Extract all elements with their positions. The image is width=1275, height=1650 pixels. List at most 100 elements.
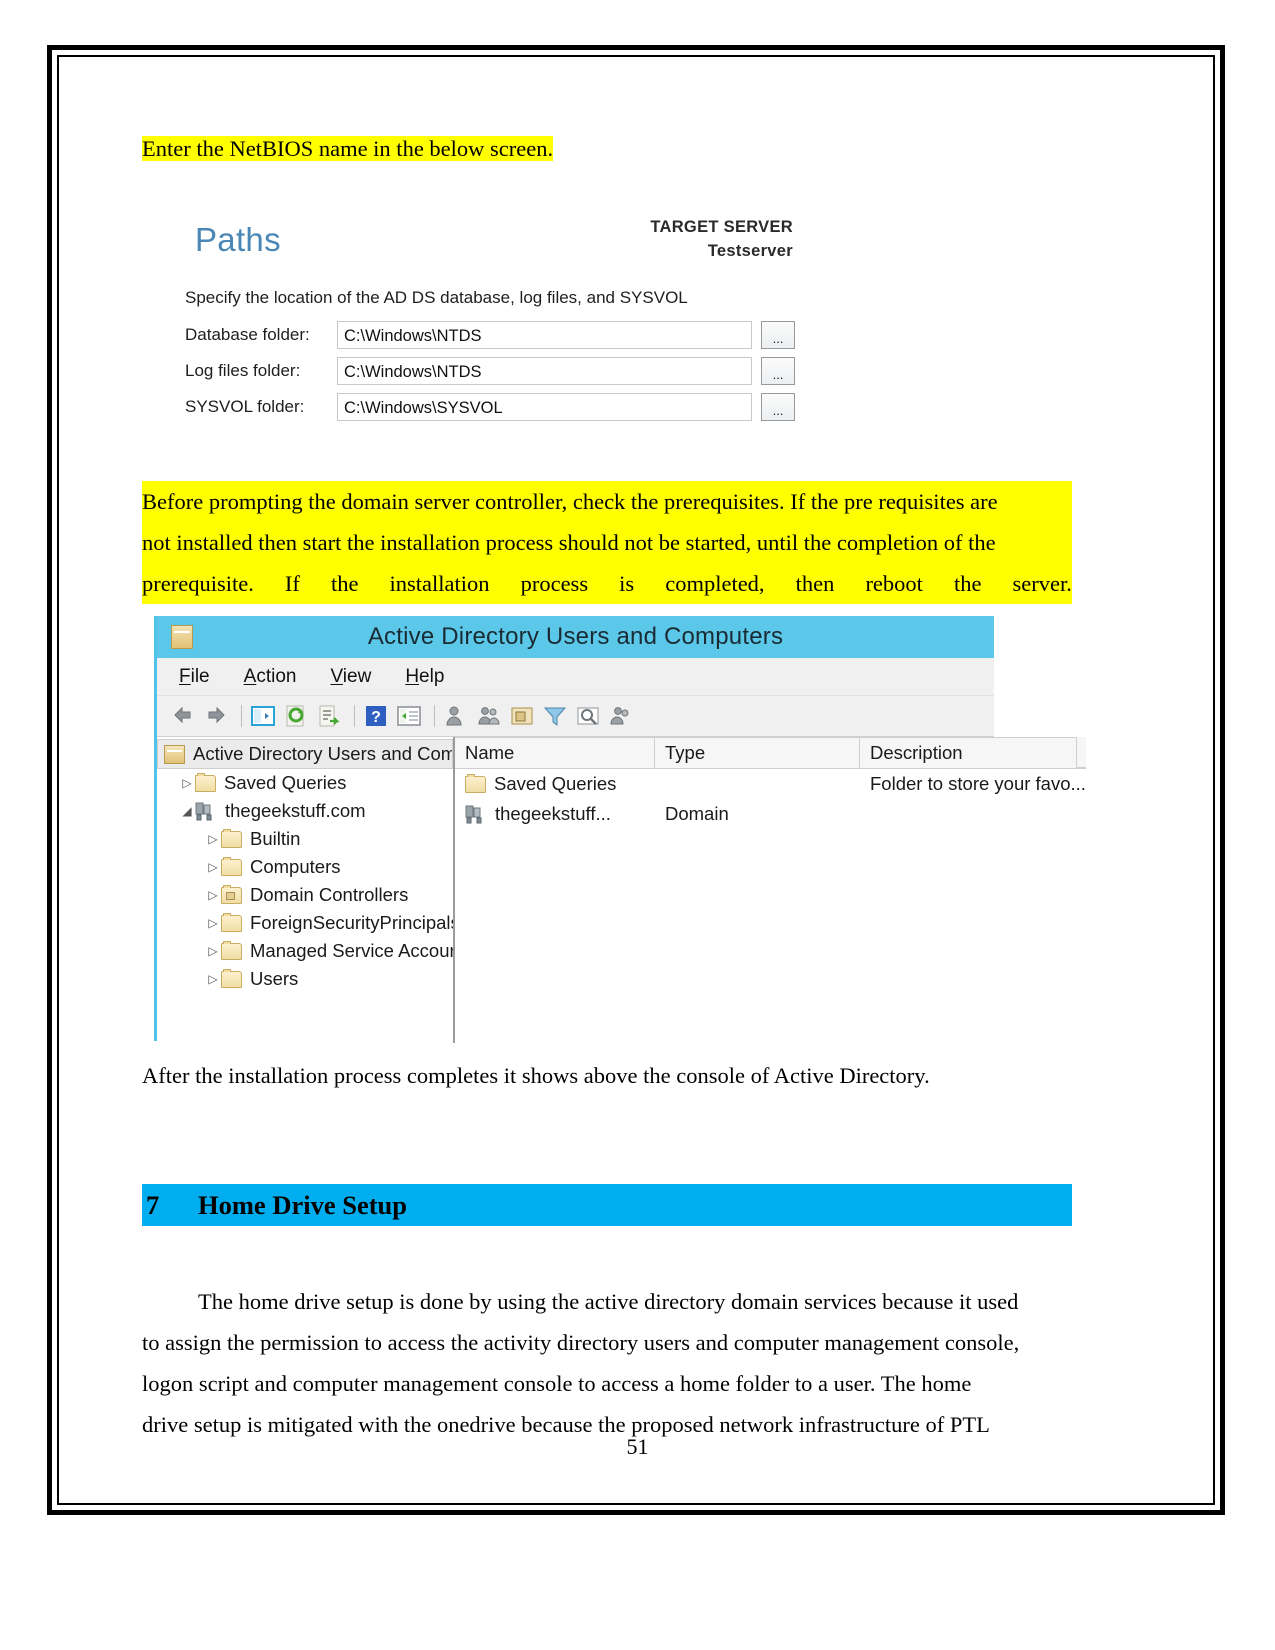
menu-help-accel: H xyxy=(405,665,420,687)
help-icon[interactable]: ? xyxy=(364,704,388,728)
after-install-caption: After the installation process completes… xyxy=(142,1055,1072,1096)
tree-item-users[interactable]: ▷ Users xyxy=(157,965,453,993)
target-server-name: Testserver xyxy=(707,242,793,260)
menu-view[interactable]: View xyxy=(330,666,371,688)
new-group-icon[interactable] xyxy=(477,704,501,728)
log-files-folder-input[interactable]: C:\Windows\NTDS xyxy=(337,357,752,385)
folder-icon xyxy=(221,912,242,932)
list-item[interactable]: thegeekstuff... Domain xyxy=(455,799,1086,829)
list-item-description: Folder to store your favo... xyxy=(870,773,1086,794)
database-folder-browse-button[interactable]: ... xyxy=(761,321,795,349)
menu-action[interactable]: Action xyxy=(244,666,297,688)
log-files-folder-row: Log files folder: C:\Windows\NTDS ... xyxy=(185,357,795,385)
body-line-1: The home drive setup is done by using th… xyxy=(142,1281,1072,1322)
sysvol-folder-input[interactable]: C:\Windows\SYSVOL xyxy=(337,393,752,421)
chevron-right-icon[interactable]: ▷ xyxy=(205,888,221,902)
intro-line-text: Enter the NetBIOS name in the below scre… xyxy=(142,136,554,161)
new-user-icon[interactable] xyxy=(444,704,468,728)
aduc-list-pane[interactable]: Name Type Description Saved Queries Fold… xyxy=(455,737,1086,1043)
menu-file[interactable]: File xyxy=(179,666,210,688)
prereq-w2: the xyxy=(330,571,359,596)
new-ou-icon[interactable] xyxy=(510,704,534,728)
list-item[interactable]: Saved Queries Folder to store your favo.… xyxy=(455,769,1086,799)
database-folder-input[interactable]: C:\Windows\NTDS xyxy=(337,321,752,349)
back-arrow-icon[interactable] xyxy=(171,704,195,728)
menu-action-accel: A xyxy=(243,665,257,687)
tree-root-label: Active Directory Users and Com xyxy=(193,743,452,764)
paths-instruction: Specify the location of the AD DS databa… xyxy=(185,288,688,307)
body-line-3-text: logon script and computer management con… xyxy=(142,1371,972,1396)
forward-arrow-icon[interactable] xyxy=(204,704,228,728)
sysvol-folder-browse-button[interactable]: ... xyxy=(761,393,795,421)
prereq-w3: installation xyxy=(389,571,490,596)
menu-help-rest: elp xyxy=(419,665,445,687)
prereq-line-1: Before prompting the domain server contr… xyxy=(142,481,1072,522)
column-header-name[interactable]: Name xyxy=(455,738,655,768)
tree-item-label: Builtin xyxy=(250,828,301,849)
log-files-folder-browse-button[interactable]: ... xyxy=(761,357,795,385)
body-line-1-text: The home drive setup is done by using th… xyxy=(198,1289,1019,1314)
target-server-label: TARGET SERVER xyxy=(650,218,793,236)
menu-view-rest: iew xyxy=(342,665,372,687)
prereq-w6: completed, xyxy=(665,571,765,596)
tree-item-computers[interactable]: ▷ Computers xyxy=(157,853,453,881)
toolbar-separator xyxy=(241,705,242,727)
section-number: 7 xyxy=(146,1189,160,1220)
chevron-down-icon[interactable]: ◢ xyxy=(179,804,195,818)
list-scrollbar-cap[interactable] xyxy=(1075,737,1086,768)
document-page: Enter the NetBIOS name in the below scre… xyxy=(0,0,1275,1650)
tree-item-label: Users xyxy=(250,968,299,989)
tree-item-builtin[interactable]: ▷ Builtin xyxy=(157,825,453,853)
refresh-icon[interactable] xyxy=(284,704,308,728)
column-header-description[interactable]: Description xyxy=(860,738,1086,768)
prereq-w0: prerequisite. xyxy=(142,571,254,596)
chevron-right-icon[interactable]: ▷ xyxy=(205,944,221,958)
tree-item-thegeekstuff-com[interactable]: ◢ thegeekstuff.com xyxy=(157,797,453,825)
sysvol-folder-row: SYSVOL folder: C:\Windows\SYSVOL ... xyxy=(185,393,795,421)
domain-icon xyxy=(465,805,487,824)
folder-icon xyxy=(221,968,242,988)
tree-item-saved-queries[interactable]: ▷ Saved Queries xyxy=(157,769,453,797)
log-files-folder-label: Log files folder: xyxy=(185,361,301,380)
tree-item-managed-service-accounts[interactable]: ▷ Managed Service Accounts xyxy=(157,937,453,965)
prereq-w1: If xyxy=(284,571,300,596)
aduc-tree-pane[interactable]: Active Directory Users and Com ▷ Saved Q… xyxy=(157,737,455,1043)
section-heading: 7 Home Drive Setup xyxy=(142,1184,1072,1226)
show-hide-tree-icon[interactable] xyxy=(251,704,275,728)
menu-help[interactable]: Help xyxy=(405,666,444,688)
folder-icon xyxy=(465,773,486,793)
home-drive-paragraph: The home drive setup is done by using th… xyxy=(142,1281,1072,1445)
export-list-icon[interactable] xyxy=(317,704,341,728)
prereq-line-3: prerequisite. If the installation proces… xyxy=(142,563,1072,604)
list-column-headers: Name Type Description xyxy=(455,737,1086,769)
database-folder-row: Database folder: C:\Windows\NTDS ... xyxy=(185,321,795,349)
filter-icon[interactable] xyxy=(543,704,567,728)
list-item-name: thegeekstuff... xyxy=(495,803,611,824)
chevron-right-icon[interactable]: ▷ xyxy=(205,972,221,986)
chevron-right-icon[interactable]: ▷ xyxy=(179,776,195,790)
ou-folder-icon xyxy=(221,884,242,904)
chevron-right-icon[interactable]: ▷ xyxy=(205,916,221,930)
chevron-right-icon[interactable]: ▷ xyxy=(205,832,221,846)
tree-root-node[interactable]: Active Directory Users and Com xyxy=(157,739,453,769)
page-title: Home Drive Setup xyxy=(198,1189,408,1220)
list-item-name-cell: Saved Queries xyxy=(455,773,655,795)
list-item-name-cell: thegeekstuff... xyxy=(455,803,655,825)
column-header-type[interactable]: Type xyxy=(655,738,860,768)
tree-item-foreignsecurityprincipals[interactable]: ▷ ForeignSecurityPrincipals xyxy=(157,909,453,937)
delegate-control-icon[interactable] xyxy=(609,704,633,728)
chevron-right-icon[interactable]: ▷ xyxy=(205,860,221,874)
body-line-3: logon script and computer management con… xyxy=(142,1363,1072,1404)
properties-icon[interactable] xyxy=(397,704,421,728)
menu-action-rest: ction xyxy=(256,665,297,687)
menu-view-accel: V xyxy=(330,665,343,687)
menu-file-rest: ile xyxy=(190,665,210,687)
find-icon[interactable] xyxy=(576,704,600,728)
paths-field-list: Database folder: C:\Windows\NTDS ... Log… xyxy=(185,321,795,429)
tree-item-label: Computers xyxy=(250,856,341,877)
tree-item-domain-controllers[interactable]: ▷ Domain Controllers xyxy=(157,881,453,909)
aduc-window-screenshot: Active Directory Users and Computers Fil… xyxy=(154,616,1086,1043)
toolbar-separator-3 xyxy=(434,705,435,727)
paths-dialog-screenshot: Paths TARGET SERVER Testserver Specify t… xyxy=(159,203,799,441)
list-item-name: Saved Queries xyxy=(494,773,617,794)
